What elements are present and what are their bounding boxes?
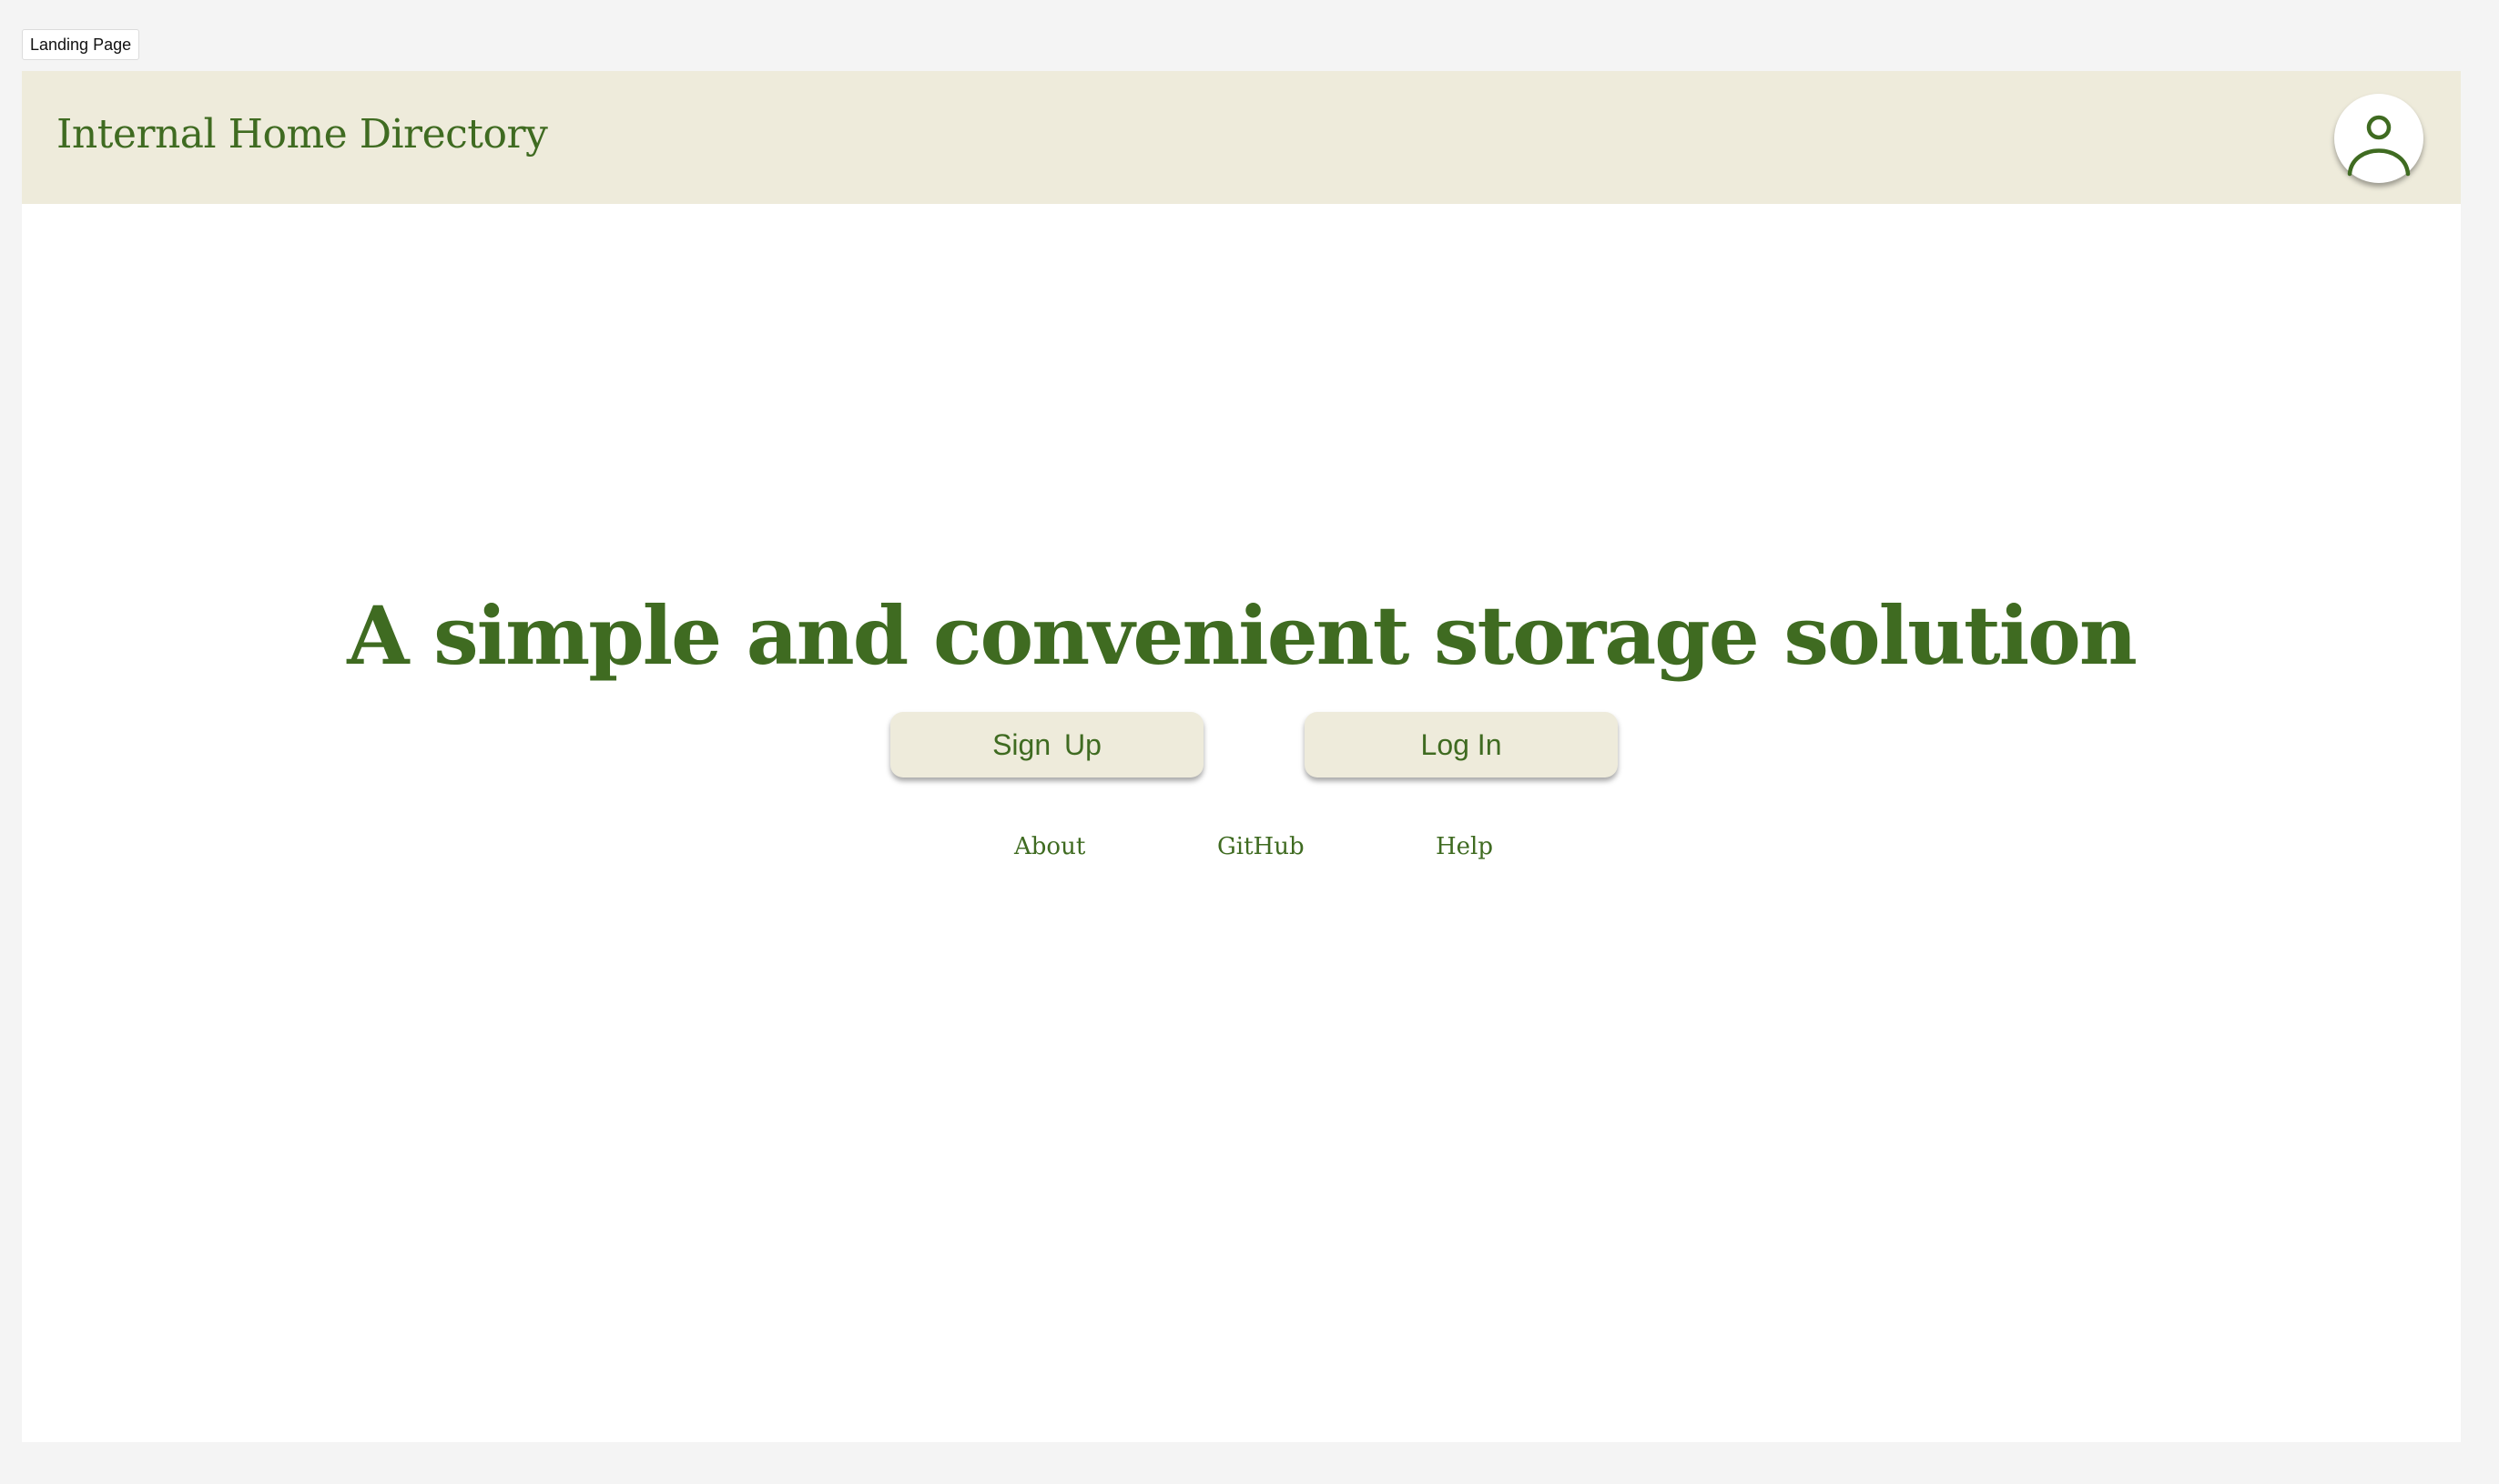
user-avatar-icon [2347, 115, 2411, 177]
hero-headline: A simple and convenient storage solution [347, 588, 2138, 683]
profile-button[interactable] [2334, 94, 2423, 183]
github-link[interactable]: GitHub [1217, 830, 1305, 863]
app-title: Internal Home Directory [56, 111, 548, 158]
help-link[interactable]: Help [1436, 830, 1493, 863]
header-bar: Internal Home Directory [22, 71, 2461, 204]
frame-label: Landing Page [22, 29, 140, 60]
landing-page: Internal Home Directory A simple and con… [22, 71, 2461, 1442]
about-link[interactable]: About [1014, 830, 1085, 863]
sign-up-button[interactable]: Sign Up [890, 712, 1204, 778]
log-in-button[interactable]: Log In [1305, 712, 1618, 778]
